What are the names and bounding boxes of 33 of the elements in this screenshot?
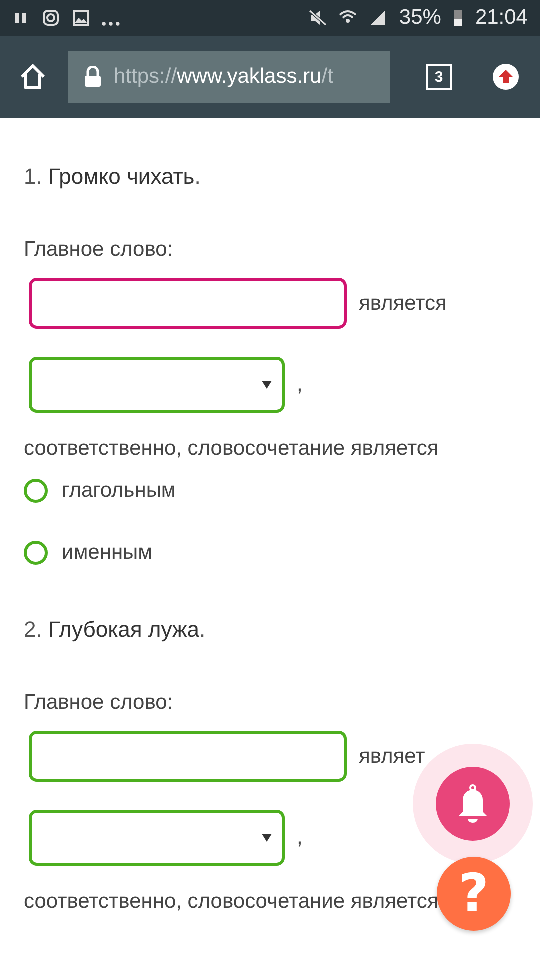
- battery-level: 35%: [399, 6, 442, 30]
- battery-icon: [453, 9, 464, 27]
- caret-icon: [262, 381, 272, 389]
- question-sentence: соответственно, словосочетание является: [24, 890, 439, 914]
- option-label[interactable]: именным: [62, 541, 153, 565]
- comma: ,: [297, 826, 303, 850]
- answer-field[interactable]: [29, 731, 347, 782]
- dropdown[interactable]: [29, 810, 285, 866]
- radio-button[interactable]: [24, 479, 48, 503]
- clock: 21:04: [475, 6, 528, 30]
- url-text: https://www.yaklass.ru/t: [114, 65, 334, 89]
- question-label: Главное слово:: [24, 238, 174, 262]
- tab-counter[interactable]: 3: [426, 64, 452, 90]
- option-label[interactable]: глагольным: [62, 479, 176, 503]
- image-icon: [72, 9, 90, 27]
- camera-icon: [42, 9, 60, 27]
- signal-icon: [369, 9, 388, 27]
- question-label: Главное слово:: [24, 691, 174, 715]
- comma: ,: [297, 373, 303, 397]
- field-suffix: является: [359, 292, 447, 316]
- answer-field[interactable]: [29, 278, 347, 329]
- home-icon[interactable]: [18, 62, 48, 92]
- field-suffix: являет: [359, 744, 426, 768]
- question-title: 2. Глубокая лужа.: [24, 617, 207, 643]
- dropdown[interactable]: [29, 357, 285, 413]
- mute-icon: [309, 9, 328, 27]
- radio-button[interactable]: [24, 541, 48, 565]
- more-icon: [102, 22, 120, 26]
- address-bar[interactable]: https://www.yaklass.ru/t: [68, 51, 390, 103]
- lock-icon: [84, 66, 102, 88]
- question-title: 1. Громко чихать.: [24, 164, 202, 190]
- caret-icon: [262, 834, 272, 842]
- question-sentence: соответственно, словосочетание является: [24, 437, 439, 461]
